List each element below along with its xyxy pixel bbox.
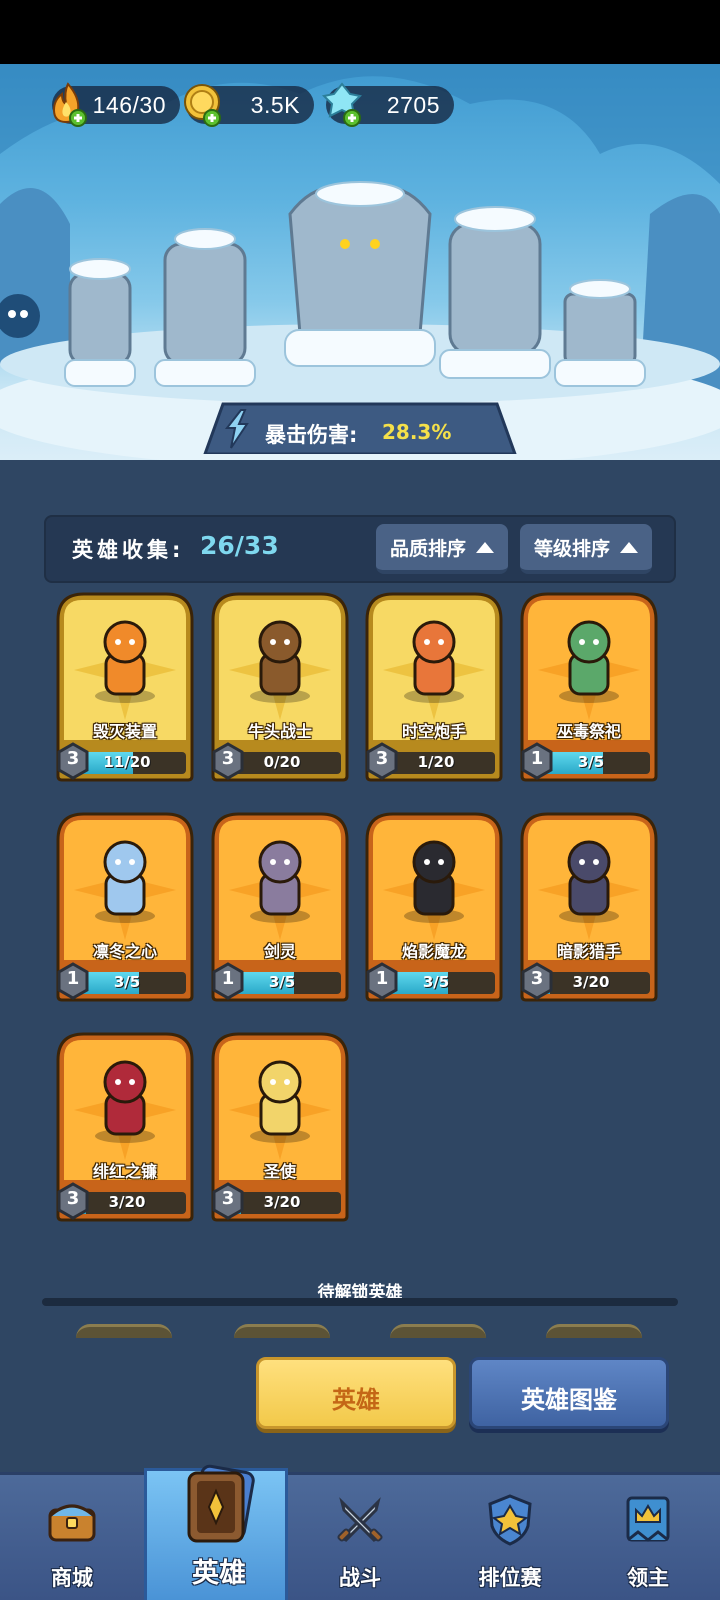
locked-hero-card[interactable]	[390, 1324, 486, 1338]
hero-codex-label: 英雄图鉴	[521, 1386, 617, 1414]
nav-hero-label: 英雄	[192, 1558, 246, 1589]
hero-codex-button[interactable]: 英雄图鉴	[469, 1357, 669, 1429]
hero-card[interactable]: 剑灵 3/5 1	[209, 810, 351, 1004]
nav-lord-label: 领主	[627, 1566, 669, 1590]
hero-name: 牛头战士	[247, 722, 312, 741]
hero-card[interactable]: 暗影猎手 3/20 3	[518, 810, 660, 1004]
hero-star-level: 3	[66, 1188, 80, 1209]
gem-counter[interactable]: 2705	[321, 82, 454, 127]
coin-counter[interactable]: 3.5K	[184, 84, 314, 127]
gem-value: 2705	[386, 92, 440, 118]
sort-by-quality-button[interactable]: 品质排序	[376, 524, 508, 574]
hero-portrait	[404, 840, 464, 923]
hero-card[interactable]: 巫毒祭祀 3/5 1	[518, 590, 660, 784]
hero-card[interactable]: 绯红之镰 3/20 3	[54, 1030, 196, 1224]
hero-portrait	[250, 620, 310, 703]
status-bar	[0, 0, 720, 64]
nav-lord[interactable]: 领主	[576, 1480, 720, 1600]
crit-damage-value: 28.3%	[382, 420, 452, 444]
hero-tab-label: 英雄	[332, 1386, 380, 1414]
hero-name: 凛冬之心	[92, 942, 157, 961]
hero-portrait	[250, 840, 310, 923]
nav-battle[interactable]: 战斗	[288, 1480, 432, 1600]
collection-count: 26/33	[200, 531, 279, 560]
hero-name: 绯红之镰	[92, 1162, 157, 1181]
hero-card[interactable]: 焰影魔龙 3/5 1	[363, 810, 505, 1004]
nav-shop-label: 商城	[51, 1566, 93, 1590]
sort-by-quality-label: 品质排序	[389, 537, 466, 560]
hero-card[interactable]: 毁灭装置 11/20 3	[54, 590, 196, 784]
fire-icon	[52, 82, 87, 127]
energy-value: 146/30	[92, 92, 166, 118]
hero-star-level: 1	[66, 968, 80, 989]
triangle-up-icon	[620, 541, 638, 553]
crit-damage-plaque	[203, 402, 517, 454]
hero-card[interactable]: 时空炮手 1/20 3	[363, 590, 505, 784]
hero-portrait	[95, 620, 155, 703]
nav-shop[interactable]: 商城	[0, 1480, 144, 1600]
hero-name: 时空炮手	[401, 722, 466, 741]
coin-icon	[184, 84, 221, 127]
hero-card-icon	[187, 1464, 255, 1543]
hero-portrait	[95, 840, 155, 923]
hero-name: 暗影猎手	[556, 942, 621, 961]
hero-star-level: 3	[66, 748, 80, 769]
hero-star-level: 3	[221, 1188, 235, 1209]
triangle-up-icon	[476, 541, 494, 553]
nav-battle-label: 战斗	[339, 1566, 381, 1590]
hero-star-level: 1	[530, 748, 544, 769]
hero-name: 圣使	[263, 1162, 296, 1181]
hero-star-level: 3	[375, 748, 389, 769]
hero-star-level: 1	[221, 968, 235, 989]
hero-portrait	[559, 840, 619, 923]
locked-hero-card[interactable]	[546, 1324, 642, 1338]
hero-card[interactable]: 圣使 3/20 3	[209, 1030, 351, 1224]
nav-ranked-label: 排位赛	[478, 1566, 542, 1590]
energy-counter[interactable]: 146/30	[52, 82, 180, 127]
hero-card[interactable]: 凛冬之心 3/5 1	[54, 810, 196, 1004]
nav-hero[interactable]: 英雄	[144, 1464, 288, 1600]
coin-value: 3.5K	[250, 92, 300, 118]
collection-label: 英雄收集:	[72, 538, 185, 562]
hero-card[interactable]: 牛头战士 0/20 3	[209, 590, 351, 784]
crystal-icon	[321, 82, 363, 127]
hero-name: 毁灭装置	[92, 722, 157, 741]
hero-name: 剑灵	[263, 942, 296, 961]
hero-star-level: 1	[375, 968, 389, 989]
crit-damage-label: 暴击伤害:	[265, 423, 358, 447]
sort-by-level-button[interactable]: 等级排序	[520, 524, 652, 574]
hero-portrait	[250, 1060, 310, 1143]
hero-portrait	[559, 620, 619, 703]
crossed-swords-icon	[337, 1497, 383, 1542]
hero-portrait	[404, 620, 464, 703]
locked-hero-card[interactable]	[76, 1324, 172, 1338]
hero-star-level: 3	[530, 968, 544, 989]
sort-by-level-label: 等级排序	[533, 537, 610, 560]
crown-banner-icon	[626, 1496, 670, 1542]
treasure-chest-icon	[48, 1504, 96, 1542]
hero-tab-button[interactable]: 英雄	[256, 1357, 456, 1429]
hero-portrait	[95, 1060, 155, 1143]
shield-badge-icon	[488, 1494, 532, 1546]
hero-name: 焰影魔龙	[401, 942, 466, 961]
nav-ranked[interactable]: 排位赛	[438, 1480, 582, 1600]
divider	[42, 1298, 678, 1306]
hero-star-level: 3	[221, 748, 235, 769]
hero-name: 巫毒祭祀	[556, 722, 621, 741]
locked-hero-card[interactable]	[234, 1324, 330, 1338]
